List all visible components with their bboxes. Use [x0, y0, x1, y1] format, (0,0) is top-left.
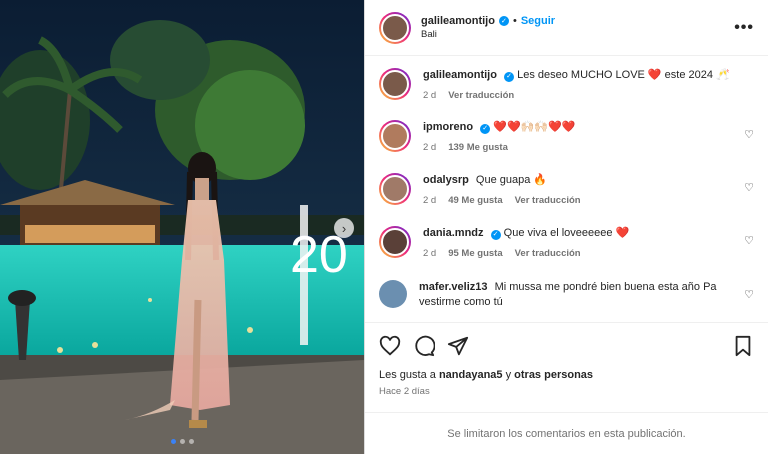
author-avatar[interactable]	[379, 11, 411, 44]
carousel-dots	[0, 439, 364, 444]
comment-bubble-icon[interactable]	[413, 335, 435, 357]
post-photo[interactable]: 20 ›	[0, 0, 364, 454]
comment-time[interactable]: 2 d	[423, 142, 436, 153]
carousel-dot	[170, 439, 176, 444]
post-location[interactable]: Bali	[421, 29, 734, 40]
comment-translate-link[interactable]: Ver traducción	[515, 248, 581, 259]
comment-text: Que viva el loveeeeee ❤️	[503, 227, 630, 239]
verified-icon: ✓	[498, 16, 509, 26]
avatar[interactable]	[379, 68, 411, 100]
like-comment-icon[interactable]: ♡	[744, 181, 754, 194]
photo-scene: 20	[0, 0, 364, 454]
comment-username[interactable]: mafer.veliz13	[419, 281, 488, 293]
carousel-dot	[179, 439, 185, 444]
follow-button[interactable]: Seguir	[521, 15, 555, 27]
comment-item: dania.mndz ✓ Que viva el loveeeeee ❤️ 2 …	[379, 226, 754, 259]
avatar[interactable]	[379, 173, 411, 205]
caption-username[interactable]: galileamontijo	[423, 69, 497, 81]
comment-username[interactable]: ipmoreno	[423, 121, 473, 133]
caption-translate-link[interactable]: Ver traducción	[448, 90, 514, 101]
like-comment-icon[interactable]: ♡	[744, 288, 754, 301]
comment-likes[interactable]: 139 Me gusta	[448, 142, 508, 153]
comment-likes[interactable]: 49 Me gusta	[448, 195, 502, 206]
comment-time[interactable]: 2 d	[423, 195, 436, 206]
carousel-dot	[188, 439, 194, 444]
verified-icon: ✓	[480, 123, 491, 134]
like-comment-icon[interactable]: ♡	[744, 234, 754, 247]
comments-limited-notice: Se limitaron los comentarios en esta pub…	[365, 412, 768, 455]
comment-likes[interactable]: 95 Me gusta	[448, 248, 502, 259]
comment-time[interactable]: 2 d	[423, 248, 436, 259]
author-meta: galileamontijo ✓ • Seguir Bali	[421, 15, 734, 40]
next-photo-button[interactable]: ›	[334, 218, 354, 238]
caption-text: Les deseo MUCHO LOVE ❤️ este 2024 🥂	[517, 69, 730, 81]
comment-username[interactable]: odalysrp	[423, 174, 469, 186]
comment-text: ❤️❤️🙌🏻🙌🏻❤️❤️	[493, 121, 576, 133]
comment-item: mafer.veliz13 Mi mussa me pondré bien bu…	[379, 280, 754, 310]
likes-summary: Les gusta a nandayana5 y otras personas	[379, 369, 593, 381]
like-comment-icon[interactable]: ♡	[744, 128, 754, 141]
post-details-panel: galileamontijo ✓ • Seguir Bali ••• galil…	[364, 0, 768, 454]
likes-mid: y	[502, 369, 515, 381]
likes-others-link[interactable]: otras personas	[514, 369, 593, 381]
share-send-icon[interactable]	[447, 335, 469, 357]
likes-prefix: Les gusta a	[379, 369, 439, 381]
likes-user-link[interactable]: nandayana5	[439, 369, 503, 381]
post-header: galileamontijo ✓ • Seguir Bali •••	[365, 0, 768, 56]
verified-icon: ✓	[490, 229, 501, 240]
avatar[interactable]	[379, 226, 411, 258]
comments-list: galileamontijo ✓ Les deseo MUCHO LOVE ❤️…	[365, 56, 768, 322]
separator-dot: •	[512, 15, 517, 27]
like-heart-icon[interactable]	[379, 335, 401, 357]
more-options-icon[interactable]: •••	[734, 19, 754, 37]
bookmark-icon[interactable]	[732, 335, 754, 357]
comment-text: Que guapa 🔥	[475, 174, 548, 186]
post-timestamp[interactable]: Hace 2 días	[379, 386, 430, 397]
post-actions-bar	[365, 322, 768, 368]
instagram-post-window: 20 › galileamontijo ✓ • Seguir Bali ••• …	[0, 0, 768, 454]
caption-time[interactable]: 2 d	[423, 90, 436, 101]
caption-item: galileamontijo ✓ Les deseo MUCHO LOVE ❤️…	[379, 68, 754, 101]
comment-item: odalysrp Que guapa 🔥 2 d 49 Me gusta Ver…	[379, 173, 754, 206]
verified-icon: ✓	[504, 71, 515, 82]
author-username[interactable]: galileamontijo	[421, 15, 495, 27]
comment-item: ipmoreno ✓ ❤️❤️🙌🏻🙌🏻❤️❤️ 2 d 139 Me gusta…	[379, 120, 754, 153]
comment-translate-link[interactable]: Ver traducción	[515, 195, 581, 206]
avatar[interactable]	[379, 280, 407, 308]
avatar[interactable]	[379, 120, 411, 152]
comment-username[interactable]: dania.mndz	[423, 227, 484, 239]
